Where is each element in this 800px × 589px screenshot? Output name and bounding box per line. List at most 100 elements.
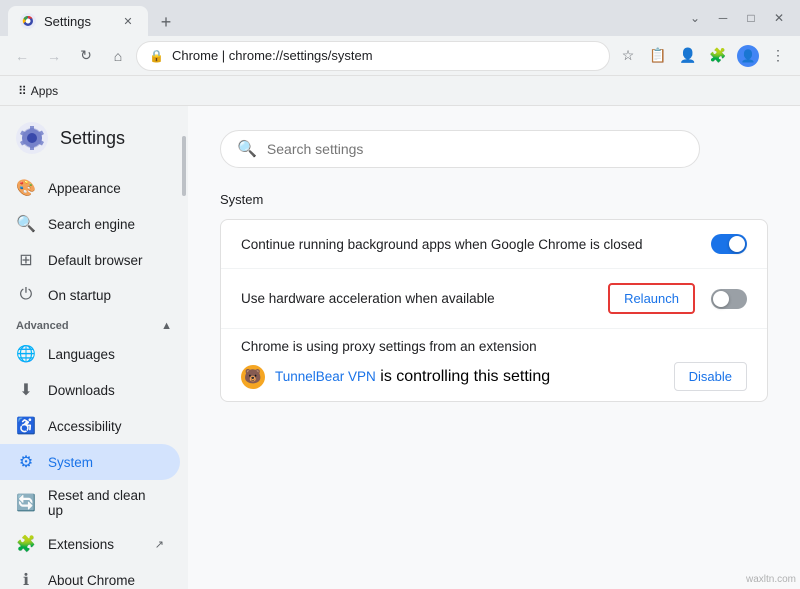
sidebar-item-downloads[interactable]: ⬇ Downloads <box>0 372 180 408</box>
proxy-title-text: Chrome is using proxy settings from an e… <box>241 339 747 354</box>
sidebar-item-search-engine[interactable]: 🔍 Search engine <box>0 206 180 242</box>
address-bar[interactable]: 🔒 Chrome | chrome://settings/system <box>136 41 610 71</box>
sidebar-item-extensions[interactable]: 🧩 Extensions ↗ <box>0 526 180 562</box>
on-startup-icon: ⏻ <box>16 286 36 304</box>
tab-title: Settings <box>44 14 112 29</box>
downloads-icon: ⬇ <box>16 380 36 400</box>
tunnelbear-link[interactable]: TunnelBear VPN <box>275 369 376 384</box>
toggle-slider <box>711 234 747 254</box>
sidebar-item-label: About Chrome <box>48 573 135 588</box>
tab-bar: Settings ✕ + <box>8 0 678 36</box>
menu-button[interactable]: ⋮ <box>764 42 792 70</box>
sidebar-item-label: System <box>48 455 93 470</box>
new-tab-button[interactable]: + <box>152 8 180 36</box>
default-browser-icon: ⊞ <box>16 250 36 270</box>
sidebar-item-about-chrome[interactable]: ℹ About Chrome <box>0 562 180 589</box>
reading-list-icon[interactable]: 📋 <box>644 42 672 70</box>
proxy-info: 🐻 TunnelBear VPN is controlling this set… <box>241 365 550 389</box>
apps-bookmark[interactable]: ⠿ Apps <box>12 82 64 100</box>
languages-icon: 🌐 <box>16 344 36 364</box>
proxy-settings-row: Chrome is using proxy settings from an e… <box>221 329 767 401</box>
watermark: waxltn.com <box>746 574 796 585</box>
sidebar-item-languages[interactable]: 🌐 Languages <box>0 336 180 372</box>
sidebar: Settings 🎨 Appearance 🔍 Search engine ⊞ … <box>0 106 188 589</box>
tab-close-button[interactable]: ✕ <box>120 13 136 29</box>
settings-logo-icon <box>16 122 48 154</box>
settings-tab[interactable]: Settings ✕ <box>8 6 148 36</box>
background-apps-row: Continue running background apps when Go… <box>221 220 767 269</box>
sidebar-item-label: Downloads <box>48 383 115 398</box>
title-bar: Settings ✕ + ⌄ ─ □ ✕ <box>0 0 800 36</box>
address-lock-icon: 🔒 <box>149 49 164 63</box>
search-bar[interactable]: 🔍 <box>220 130 700 168</box>
tunnelbear-icon: 🐻 <box>241 365 265 389</box>
sidebar-item-label: Default browser <box>48 253 143 268</box>
sidebar-item-reset-clean-up[interactable]: 🔄 Reset and clean up <box>0 480 180 526</box>
bookmark-star-icon[interactable]: ☆ <box>614 42 642 70</box>
close-button[interactable]: ✕ <box>766 5 792 31</box>
bookmarks-bar: ⠿ Apps <box>0 76 800 106</box>
proxy-description: TunnelBear VPN is controlling this setti… <box>275 368 550 386</box>
tab-favicon-icon <box>20 13 36 29</box>
hardware-acceleration-row: Use hardware acceleration when available… <box>221 269 767 329</box>
sidebar-item-label: Extensions <box>48 537 114 552</box>
appearance-icon: 🎨 <box>16 178 36 198</box>
sidebar-content: Settings 🎨 Appearance 🔍 Search engine ⊞ … <box>0 106 188 589</box>
sidebar-item-accessibility[interactable]: ♿ Accessibility <box>0 408 180 444</box>
address-text: Chrome | chrome://settings/system <box>172 48 597 63</box>
external-link-icon: ↗ <box>155 538 164 551</box>
search-icon: 🔍 <box>237 139 257 159</box>
disable-button[interactable]: Disable <box>674 362 747 391</box>
apps-label: Apps <box>31 84 58 98</box>
nav-actions: ☆ 📋 👤 🧩 👤 ⋮ <box>614 42 792 70</box>
minimize-button[interactable]: ─ <box>710 5 736 31</box>
advanced-section-title[interactable]: Advanced ▲ <box>0 312 188 336</box>
settings-header[interactable]: Settings <box>0 114 188 170</box>
sidebar-item-label: On startup <box>48 288 111 303</box>
main-layout: Settings 🎨 Appearance 🔍 Search engine ⊞ … <box>0 106 800 589</box>
apps-grid-icon: ⠿ <box>18 84 27 98</box>
proxy-content: 🐻 TunnelBear VPN is controlling this set… <box>241 362 747 391</box>
forward-button[interactable]: → <box>40 42 68 70</box>
accessibility-icon: ♿ <box>16 416 36 436</box>
toggle-slider-off <box>711 289 747 309</box>
settings-title: Settings <box>60 128 125 149</box>
sidebar-scrollbar[interactable] <box>182 136 186 196</box>
user-profile-icon[interactable]: 👤 <box>734 42 762 70</box>
maximize-button[interactable]: □ <box>738 5 764 31</box>
home-button[interactable]: ⌂ <box>104 42 132 70</box>
account-icon[interactable]: 👤 <box>674 42 702 70</box>
sidebar-item-appearance[interactable]: 🎨 Appearance <box>0 170 180 206</box>
sidebar-item-default-browser[interactable]: ⊞ Default browser <box>0 242 180 278</box>
extensions-icon[interactable]: 🧩 <box>704 42 732 70</box>
sidebar-item-on-startup[interactable]: ⏻ On startup <box>0 278 180 312</box>
content-area: 🔍 System Continue running background app… <box>188 106 800 589</box>
extensions-sidebar-icon: 🧩 <box>16 534 36 554</box>
sidebar-item-label: Accessibility <box>48 419 122 434</box>
search-engine-icon: 🔍 <box>16 214 36 234</box>
nav-bar: ← → ↻ ⌂ 🔒 Chrome | chrome://settings/sys… <box>0 36 800 76</box>
relaunch-button[interactable]: Relaunch <box>608 283 695 314</box>
hardware-acceleration-toggle[interactable] <box>711 289 747 309</box>
sidebar-item-label: Reset and clean up <box>48 488 164 518</box>
sidebar-item-system[interactable]: ⚙ System <box>0 444 180 480</box>
background-apps-toggle[interactable] <box>711 234 747 254</box>
chevron-window-button[interactable]: ⌄ <box>682 5 708 31</box>
settings-card: Continue running background apps when Go… <box>220 219 768 402</box>
about-icon: ℹ <box>16 570 36 589</box>
sidebar-item-label: Appearance <box>48 181 121 196</box>
hardware-acceleration-controls: Relaunch <box>608 283 747 314</box>
hardware-acceleration-text: Use hardware acceleration when available <box>241 291 495 306</box>
section-title: System <box>220 192 768 207</box>
system-icon: ⚙ <box>16 452 36 472</box>
reset-icon: 🔄 <box>16 493 36 513</box>
background-apps-text: Continue running background apps when Go… <box>241 237 643 252</box>
tunnelbear-suffix: is controlling this setting <box>376 368 550 385</box>
sidebar-item-label: Languages <box>48 347 115 362</box>
advanced-collapse-icon: ▲ <box>161 320 172 332</box>
refresh-button[interactable]: ↻ <box>72 42 100 70</box>
search-input[interactable] <box>267 141 683 157</box>
sidebar-item-label: Search engine <box>48 217 135 232</box>
window-controls: ⌄ ─ □ ✕ <box>682 5 792 31</box>
back-button[interactable]: ← <box>8 42 36 70</box>
